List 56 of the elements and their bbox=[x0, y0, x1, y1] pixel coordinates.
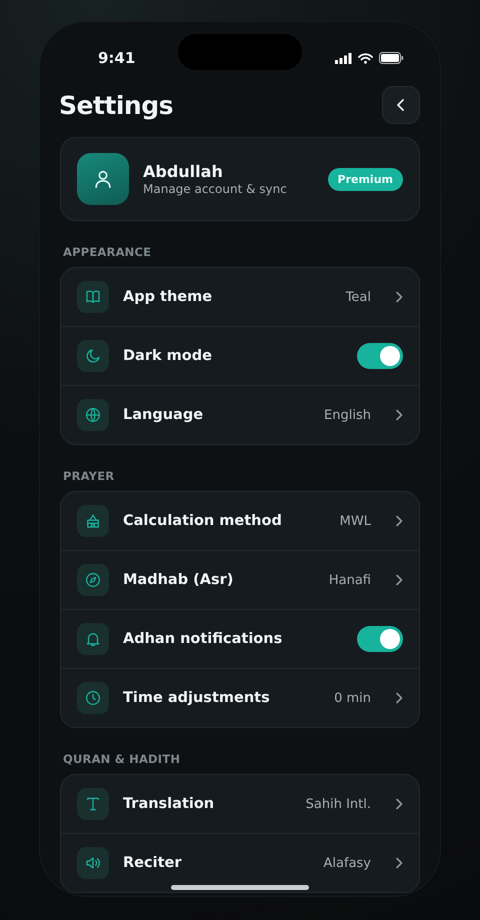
wifi-icon bbox=[358, 52, 373, 64]
setting-value: Teal bbox=[346, 290, 371, 304]
compass-icon bbox=[77, 564, 109, 596]
setting-value: Sahih Intl. bbox=[306, 796, 371, 812]
setting-label: Translation bbox=[123, 796, 216, 812]
settings-row[interactable]: Adhan notifications bbox=[61, 609, 419, 668]
section-title: QURAN & HADITH bbox=[63, 752, 182, 766]
status-time: 9:41 bbox=[98, 49, 136, 67]
signal-icon bbox=[335, 52, 352, 64]
chevron-icon bbox=[395, 574, 403, 586]
settings-row[interactable]: Madhab (Asr) Hanafi bbox=[61, 550, 419, 609]
setting-label: Time adjustments bbox=[123, 690, 271, 706]
setting-label: Calculation method bbox=[123, 513, 283, 529]
setting-label: Adhan notifications bbox=[123, 631, 284, 647]
setting-value: English bbox=[324, 408, 371, 422]
moon-icon bbox=[77, 340, 109, 372]
chevron-icon bbox=[395, 798, 403, 810]
chevron-icon bbox=[395, 409, 403, 421]
speaker-icon bbox=[77, 847, 109, 879]
setting-label: Reciter bbox=[123, 855, 182, 871]
section-title: PRAYER bbox=[63, 469, 116, 483]
chevron-left-icon bbox=[396, 98, 406, 112]
setting-label: Language bbox=[123, 407, 204, 423]
clock-icon bbox=[77, 682, 109, 714]
setting-label: Madhab (Asr) bbox=[123, 572, 234, 588]
settings-row[interactable]: Time adjustments 0 min bbox=[61, 668, 419, 727]
toggle-switch[interactable] bbox=[357, 343, 403, 369]
settings-row[interactable]: Dark mode bbox=[61, 326, 419, 385]
section-title: APPEARANCE bbox=[63, 245, 152, 259]
text-icon bbox=[77, 788, 109, 820]
profile-subtitle: Manage account & sync bbox=[143, 182, 288, 196]
profile-name: Abdullah bbox=[143, 162, 224, 181]
settings-row[interactable]: Calculation method MWL bbox=[61, 492, 419, 550]
setting-label: App theme bbox=[123, 289, 214, 305]
page-title: Settings bbox=[59, 90, 174, 120]
setting-label: Dark mode bbox=[123, 348, 213, 364]
setting-value: 0 min bbox=[334, 690, 371, 706]
profile-card[interactable]: Abdullah Manage account & sync Premium bbox=[60, 137, 420, 221]
bell-icon bbox=[77, 623, 109, 655]
toggle-switch[interactable] bbox=[357, 626, 403, 652]
setting-value: Alafasy bbox=[324, 856, 371, 870]
settings-row[interactable]: Translation Sahih Intl. bbox=[61, 775, 419, 833]
chevron-icon bbox=[395, 515, 403, 527]
globe-icon bbox=[77, 399, 109, 431]
chevron-icon bbox=[395, 291, 403, 303]
settings-row[interactable]: Language English bbox=[61, 385, 419, 444]
mosque-icon bbox=[77, 505, 109, 537]
setting-value: Hanafi bbox=[328, 572, 371, 588]
chevron-icon bbox=[395, 857, 403, 869]
avatar bbox=[77, 153, 129, 205]
premium-badge: Premium bbox=[328, 168, 403, 190]
settings-row[interactable]: App theme Teal bbox=[61, 268, 419, 326]
book-icon bbox=[77, 281, 109, 313]
setting-value: MWL bbox=[340, 514, 371, 528]
chevron-icon bbox=[395, 692, 403, 704]
battery-icon bbox=[379, 52, 404, 64]
